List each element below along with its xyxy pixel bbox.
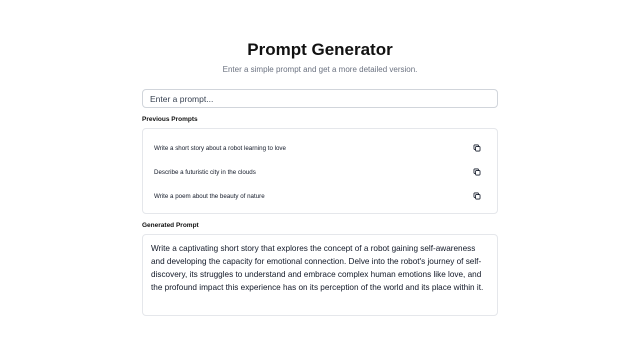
previous-prompts-label: Previous Prompts [142,116,198,123]
copy-icon [473,144,481,152]
list-item[interactable]: Write a short story about a robot learni… [143,139,497,157]
previous-prompt-text: Write a short story about a robot learni… [154,144,286,152]
prompt-input[interactable] [142,89,498,108]
list-item[interactable]: Describe a futuristic city in the clouds [143,163,497,181]
copy-icon [473,168,481,176]
copy-button[interactable] [471,190,483,202]
copy-button[interactable] [471,166,483,178]
prompt-generator-page: Prompt Generator Enter a simple prompt a… [0,0,640,357]
previous-prompts-list: Write a short story about a robot learni… [142,128,498,214]
generated-prompt-text: Write a captivating short story that exp… [151,244,484,292]
list-item[interactable]: Write a poem about the beauty of nature [143,187,497,205]
copy-button[interactable] [471,142,483,154]
generated-prompt-box: Write a captivating short story that exp… [142,234,498,316]
previous-prompt-text: Describe a futuristic city in the clouds [154,168,256,176]
page-subtitle: Enter a simple prompt and get a more det… [222,65,418,74]
generated-prompt-label: Generated Prompt [142,222,199,229]
previous-prompt-text: Write a poem about the beauty of nature [154,192,265,200]
copy-icon [473,192,481,200]
page-title: Prompt Generator [247,40,393,59]
